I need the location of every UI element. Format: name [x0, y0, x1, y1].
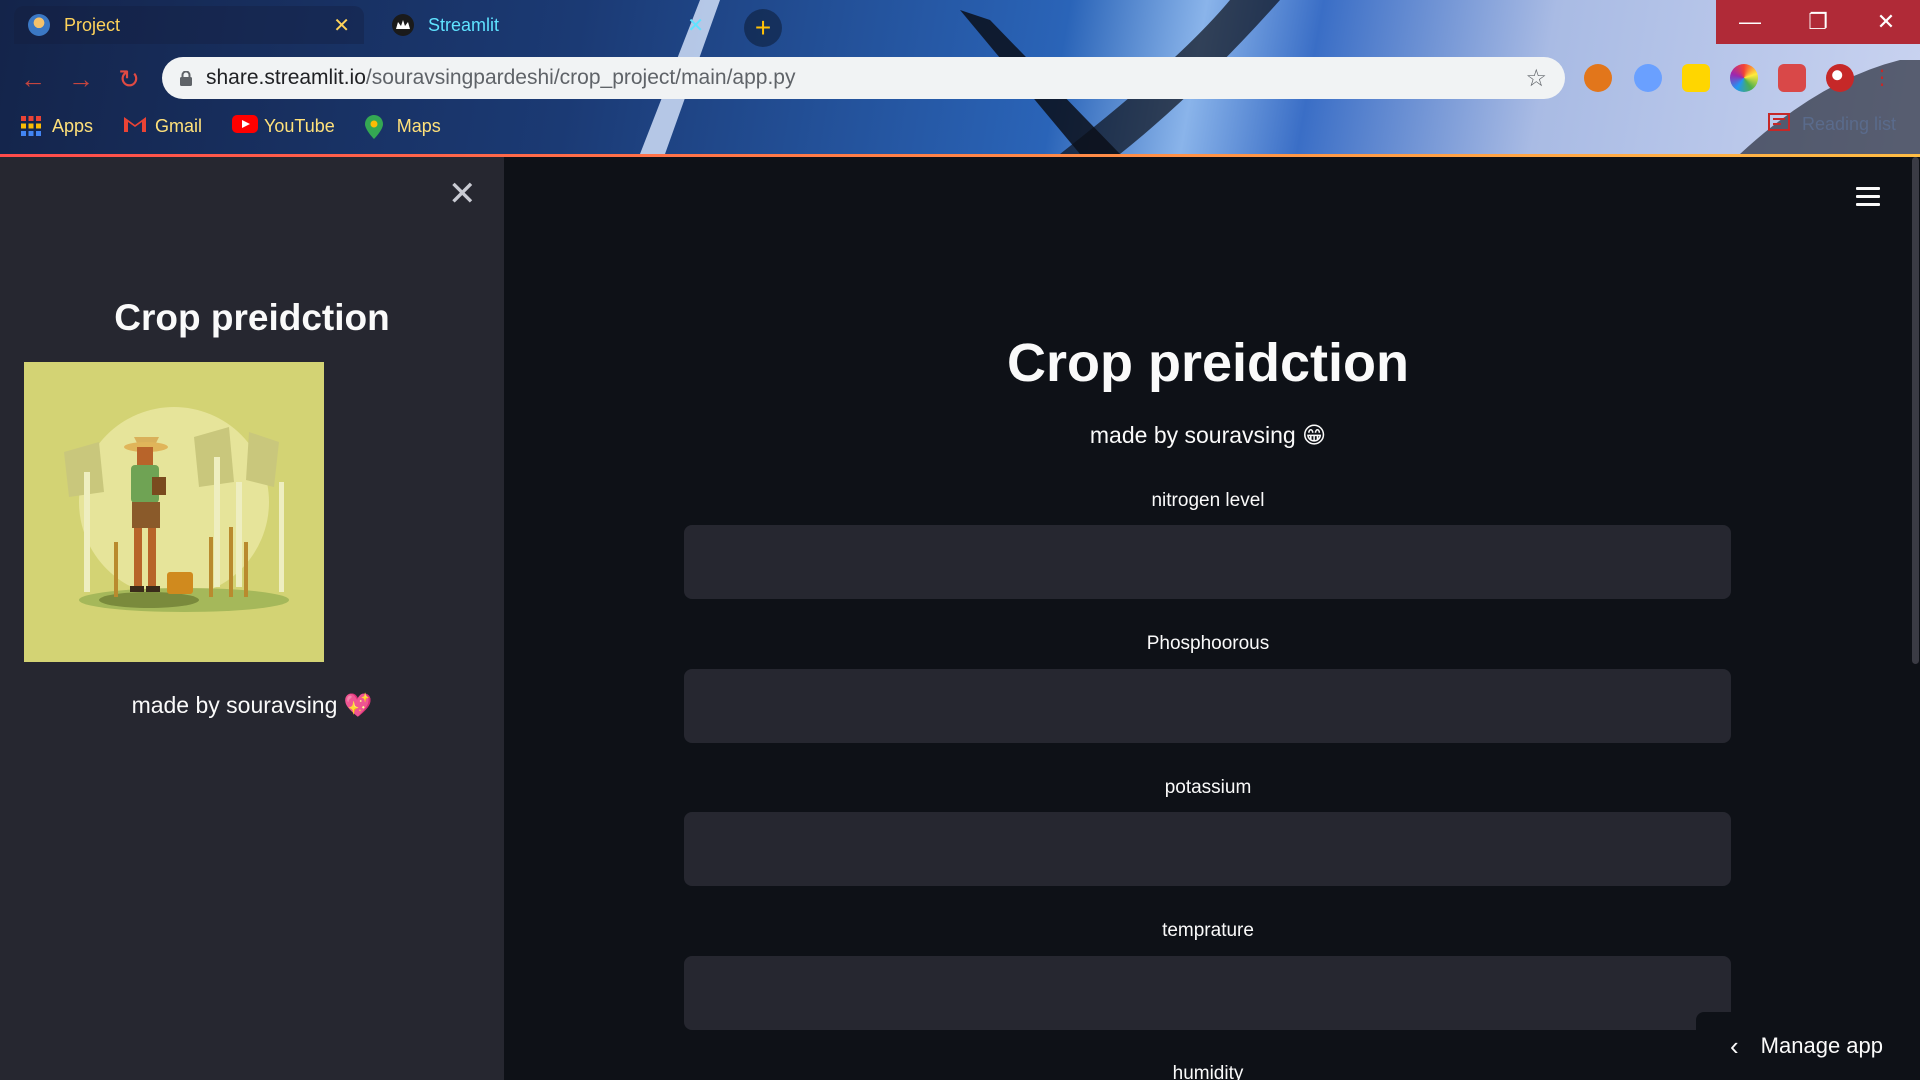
window-minimize-button[interactable]: —: [1716, 0, 1784, 44]
bookmarks-bar: Apps Gmail YouTube Maps: [20, 112, 441, 140]
sidebar: ✕ Crop preidction made by souravsing 💖: [0, 157, 504, 1080]
page-title: Crop preidction: [1007, 333, 1409, 393]
hamburger-menu-icon[interactable]: [1856, 187, 1880, 207]
page-subtitle: made by souravsing 😁: [1089, 422, 1327, 448]
reading-list-label: Reading list: [1802, 114, 1897, 134]
url-path: /souravsingpardeshi/crop_project/main/ap…: [365, 66, 796, 89]
potassium-label: potassium: [1164, 777, 1252, 798]
youtube-icon: [232, 115, 259, 137]
browser-menu-icon[interactable]: ⋮: [1872, 64, 1892, 92]
main-scrollbar[interactable]: [1912, 157, 1920, 1080]
forward-button[interactable]: →: [64, 62, 98, 96]
chevron-left-icon: ‹: [1730, 1030, 1739, 1061]
maps-icon: [364, 115, 387, 139]
tab-streamlit[interactable]: Streamlit ✕: [378, 6, 718, 44]
manage-app-label: Manage app: [1760, 1033, 1883, 1058]
reload-button[interactable]: ↻: [112, 62, 146, 96]
url-host: share.streamlit.io: [206, 66, 366, 89]
url-text: share.streamlit.io/souravsingpardeshi/cr…: [206, 66, 795, 90]
tab-project-close-icon[interactable]: ✕: [333, 13, 350, 38]
tab-streamlit-title: Streamlit: [428, 14, 500, 35]
manage-app-button[interactable]: ‹ Manage app: [1696, 1012, 1920, 1080]
project-favicon-icon: [28, 14, 50, 36]
window-close-button[interactable]: ✕: [1852, 0, 1920, 44]
back-button[interactable]: ←: [16, 62, 50, 96]
window-maximize-button[interactable]: ❐: [1784, 0, 1852, 44]
notes-extension-icon[interactable]: [1682, 64, 1710, 92]
scrollbar-thumb[interactable]: [1912, 157, 1919, 664]
gmail-icon: [123, 115, 147, 137]
new-tab-button[interactable]: +: [744, 9, 782, 47]
reading-list-icon: [1768, 112, 1790, 137]
color-wheel-extension-icon[interactable]: [1730, 64, 1758, 92]
temperature-label: temprature: [1162, 920, 1254, 941]
main-content: Crop preidction made by souravsing 😁 nit…: [504, 157, 1920, 1080]
bookmark-maps-label: Maps: [396, 115, 441, 136]
streamlit-favicon-icon: [392, 14, 414, 36]
reading-list-button[interactable]: Reading list: [1768, 112, 1896, 137]
bookmark-gmail-label: Gmail: [155, 115, 203, 136]
nitrogen-input[interactable]: [684, 525, 1731, 599]
metamask-extension-icon[interactable]: [1584, 64, 1612, 92]
profile-avatar[interactable]: [1826, 64, 1854, 92]
bookmark-youtube-label: YouTube: [264, 115, 335, 136]
glasses-extension-icon[interactable]: [1634, 64, 1662, 92]
apps-grid-icon: [20, 115, 42, 137]
tab-project[interactable]: Project ✕: [14, 6, 364, 44]
sidebar-close-button[interactable]: ✕: [448, 177, 477, 211]
address-bar[interactable]: share.streamlit.io/souravsingpardeshi/cr…: [162, 57, 1565, 99]
tab-streamlit-close-icon[interactable]: ✕: [687, 13, 704, 38]
sidebar-made-by: made by souravsing 💖: [131, 692, 373, 718]
bookmark-youtube[interactable]: YouTube: [232, 115, 335, 137]
browser-chrome: Project ✕ Streamlit ✕ + — ❐ ✕ ← → ↻ shar…: [0, 0, 1920, 154]
puzzle-extension-icon[interactable]: [1778, 64, 1806, 92]
phosphorus-input[interactable]: [684, 669, 1731, 743]
phosphorus-label: Phosphoorous: [1146, 633, 1270, 654]
temperature-input[interactable]: [684, 956, 1731, 1030]
farmer-illustration: [24, 362, 324, 662]
tab-project-title: Project: [64, 14, 121, 35]
lock-icon: [180, 70, 192, 86]
bookmark-apps-label: Apps: [52, 115, 94, 136]
bookmark-gmail[interactable]: Gmail: [123, 115, 202, 137]
bookmark-maps[interactable]: Maps: [364, 115, 441, 139]
bookmark-star-icon[interactable]: ☆: [1525, 64, 1547, 93]
nitrogen-label: nitrogen level: [1151, 490, 1265, 511]
sidebar-title: Crop preidction: [114, 297, 390, 338]
bookmark-apps[interactable]: Apps: [20, 115, 93, 137]
potassium-input[interactable]: [684, 812, 1731, 886]
